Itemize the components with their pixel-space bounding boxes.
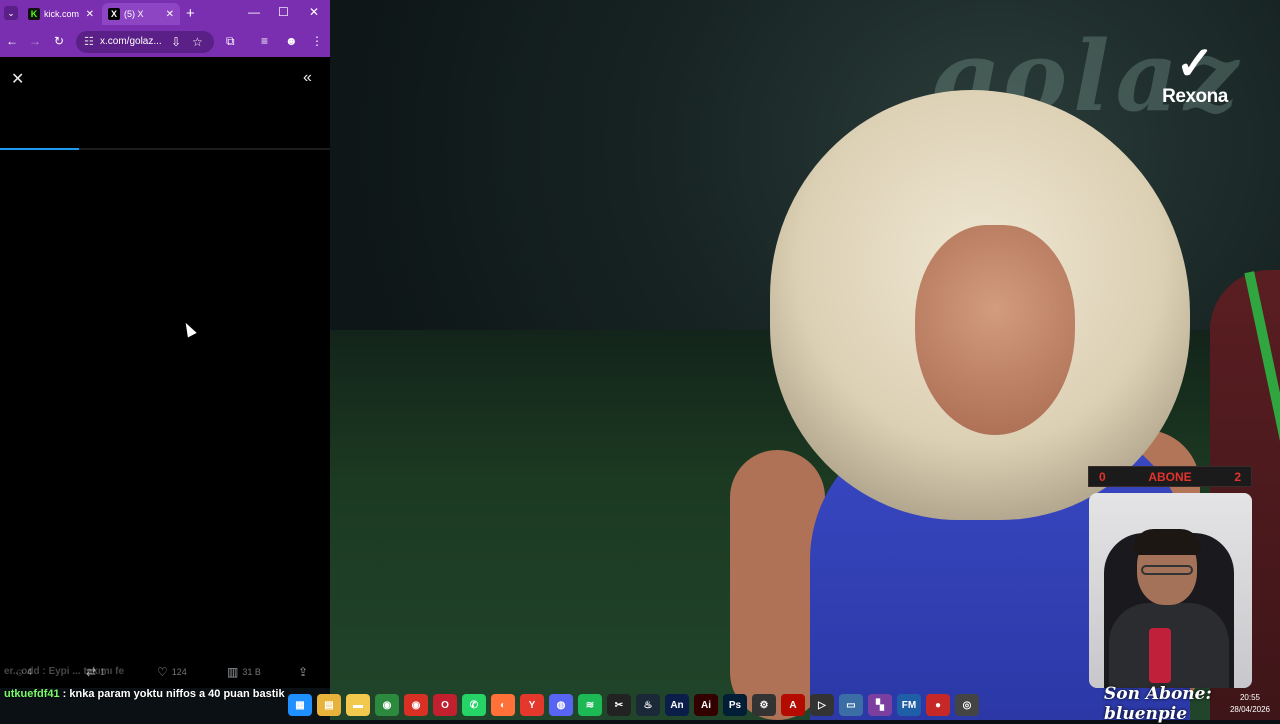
fm-icon[interactable]: FM (897, 694, 921, 716)
file-explorer-icon[interactable]: ▤ (317, 694, 341, 716)
system-clock[interactable]: 20:55 28/04/2026 (1222, 692, 1278, 716)
streamer-webcam (1089, 493, 1252, 688)
browser-window: ⌄ K kick.com ✕ X (5) X ✕ + — ☐ ✕ ← → ↻ ☷… (0, 0, 330, 688)
like-count: 124 (171, 667, 187, 677)
browser-menu-icon[interactable]: ⋮ (311, 34, 323, 48)
tab-label: kick.com (44, 9, 80, 19)
loading-progress-bar (0, 148, 330, 150)
views-chart-icon: ▥ (227, 665, 239, 679)
rexona-wordmark: Rexona (1162, 86, 1228, 107)
clock-date: 28/04/2026 (1229, 705, 1271, 714)
chrome-alt-icon[interactable]: ◉ (404, 694, 428, 716)
close-media-button[interactable]: ✕ (11, 69, 24, 89)
heart-icon: ♡ (157, 665, 168, 679)
tab-x[interactable]: X (5) X ✕ (102, 3, 180, 25)
maximize-button[interactable]: ☐ (278, 5, 289, 19)
capcut-icon[interactable]: ✂ (607, 694, 631, 716)
tab-search-button[interactable]: ⌄ (4, 6, 18, 20)
obs-icon[interactable]: ◎ (955, 694, 979, 716)
media-control-icon[interactable]: ≡ (261, 34, 268, 48)
minimize-button[interactable]: — (248, 5, 260, 19)
whatsapp-icon[interactable]: ✆ (462, 694, 486, 716)
chat-message-faded: er...odd : Eypi ... takımı fe (4, 666, 125, 677)
kick-favicon-icon: K (28, 8, 40, 20)
close-window-button[interactable]: ✕ (309, 5, 319, 19)
tab-close-icon[interactable]: ✕ (166, 9, 174, 20)
views-count: 31 B (242, 667, 261, 677)
reload-icon[interactable]: ↻ (54, 34, 64, 48)
share-button[interactable]: ⇪ (298, 665, 308, 679)
loading-progress-fill (0, 148, 80, 150)
spotify-icon[interactable]: ≋ (578, 694, 602, 716)
steam-icon[interactable]: ♨ (636, 694, 660, 716)
install-app-icon[interactable]: ⇩ (171, 35, 181, 49)
abone-left-count: 0 (1099, 469, 1106, 484)
monitor-icon[interactable]: ▭ (839, 694, 863, 716)
tab-close-icon[interactable]: ✕ (86, 9, 94, 20)
video-icon[interactable]: ▷ (810, 694, 834, 716)
firefox-icon[interactable]: ◐ (491, 694, 515, 716)
yandex-icon[interactable]: Y (520, 694, 544, 716)
rexona-check-icon: ✓ (1175, 37, 1215, 89)
abone-right-count: 2 (1234, 469, 1241, 484)
share-icon: ⇪ (298, 665, 309, 679)
bookmark-star-icon[interactable]: ☆ (192, 35, 203, 49)
tab-bar: ⌄ K kick.com ✕ X (5) X ✕ + — ☐ ✕ (0, 0, 330, 27)
profile-avatar-icon[interactable]: ☻ (285, 34, 298, 48)
animate-icon[interactable]: An (665, 694, 689, 716)
new-tab-button[interactable]: + (186, 5, 195, 22)
extensions-icon[interactable]: ⧉ (226, 34, 235, 49)
forward-icon[interactable]: → (29, 34, 41, 48)
acrobat-icon[interactable]: A (781, 694, 805, 716)
abone-counter: 0 ABONE 2 (1088, 466, 1252, 487)
browser-toolbar: ← → ↻ ☷ x.com/golaz... ⇩ ☆ ⧉ ≡ ☻ ⋮ (0, 27, 330, 57)
mouse-cursor-icon (181, 320, 197, 338)
chrome-icon[interactable]: ◉ (375, 694, 399, 716)
streamer-glasses (1141, 565, 1193, 575)
settings-icon[interactable]: ⚙ (752, 694, 776, 716)
collapse-panel-icon[interactable]: « (303, 69, 312, 87)
site-info-icon[interactable]: ☷ (84, 35, 94, 48)
illustrator-icon[interactable]: Ai (694, 694, 718, 716)
back-icon[interactable]: ← (6, 34, 18, 48)
abone-label: ABONE (1148, 469, 1192, 484)
recorder-icon[interactable]: ● (926, 694, 950, 716)
presenter-face (915, 225, 1075, 435)
address-bar[interactable]: ☷ x.com/golaz... ⇩ ☆ (76, 31, 214, 53)
windows-taskbar: ▦ ▤ ▬ ◉ ◉ O ✆ ◐ Y ◍ ≋ ✂ ♨ An Ai Ps ⚙ A ▷ ▭ ▚ FM ● ◎ (288, 690, 988, 720)
x-favicon-icon: X (108, 8, 120, 20)
chat-username: utkuefdf41 (4, 688, 60, 700)
streamer-hair (1133, 529, 1201, 555)
views-button[interactable]: ▥ 31 B (227, 665, 261, 679)
clock-time: 20:55 (1239, 693, 1261, 702)
folder-icon[interactable]: ▬ (346, 694, 370, 716)
windows-start-icon[interactable]: ▦ (288, 694, 312, 716)
chat-message-text: : knka param yoktu niffos a 40 puan bast… (59, 688, 285, 700)
photoshop-icon[interactable]: Ps (723, 694, 747, 716)
media-icon[interactable]: ▚ (868, 694, 892, 716)
tab-kick[interactable]: K kick.com ✕ (22, 3, 100, 25)
chat-overlay: utkuefdf41 : knka param yoktu niffos a 4… (4, 686, 334, 702)
rexona-logo: ✓ Rexona (1150, 40, 1240, 108)
discord-icon[interactable]: ◍ (549, 694, 573, 716)
opera-icon[interactable]: O (433, 694, 457, 716)
url-text: x.com/golaz... (100, 36, 162, 47)
tab-label: (5) X (124, 9, 144, 19)
like-button[interactable]: ♡ 124 (157, 665, 187, 679)
microphone (1149, 628, 1171, 683)
